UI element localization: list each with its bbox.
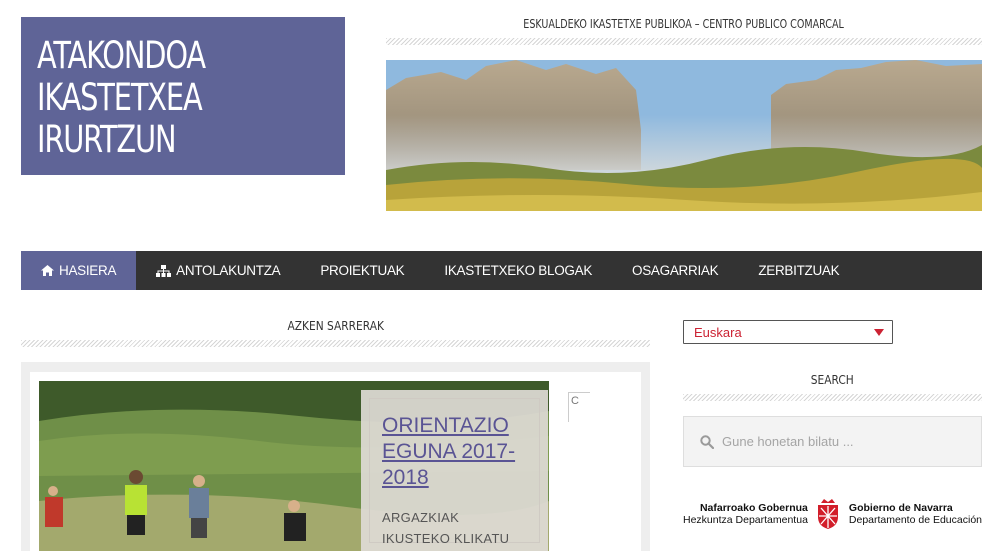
logo-line-2: IKASTETXEA bbox=[37, 76, 203, 119]
language-select[interactable]: Euskara bbox=[683, 320, 893, 344]
nav-item-label: HASIERA bbox=[59, 263, 117, 278]
language-select-value: Euskara bbox=[694, 325, 742, 340]
navarra-coat-of-arms-icon bbox=[818, 499, 839, 529]
nav-item-osagarriak[interactable]: OSAGARRIAK bbox=[612, 251, 738, 290]
recent-posts-divider bbox=[21, 340, 650, 347]
post-card: ORIENTAZIO EGUNA 2017-2018 ARGAZKIAK IKU… bbox=[361, 390, 548, 551]
featured-post: ORIENTAZIO EGUNA 2017-2018 ARGAZKIAK IKU… bbox=[21, 362, 650, 551]
search-input[interactable] bbox=[722, 434, 962, 449]
logo-line-1: ATAKONDOA bbox=[37, 34, 206, 77]
nav-item-label: ZERBITZUAK bbox=[758, 263, 840, 278]
gov-right-line1: Gobierno de Navarra bbox=[848, 502, 953, 514]
site-tagline: ESKUALDEKO IKASTETXE PUBLIKOA – CENTRO P… bbox=[523, 16, 845, 31]
nav-item-hasiera[interactable]: HASIERA bbox=[21, 251, 137, 290]
nav-item-label: IKASTETXEKO BLOGAK bbox=[444, 263, 593, 278]
home-icon bbox=[41, 265, 54, 276]
search-box bbox=[683, 416, 982, 467]
nav-item-ikastetxeko-blogak[interactable]: IKASTETXEKO BLOGAK bbox=[424, 251, 612, 290]
broken-image: C bbox=[568, 392, 590, 422]
post-excerpt: ARGAZKIAK IKUSTEKO KLIKATU bbox=[382, 510, 510, 546]
search-divider bbox=[683, 394, 982, 401]
nav-item-antolakuntza[interactable]: ANTOLAKUNTZA bbox=[136, 251, 300, 290]
post-title-link[interactable]: ORIENTAZIO EGUNA 2017-2018 bbox=[382, 413, 527, 491]
nav-item-proiektuak[interactable]: PROIEKTUAK bbox=[300, 251, 424, 290]
tagline-divider bbox=[386, 38, 982, 45]
recent-posts-title: AZKEN SARRERAK bbox=[287, 318, 384, 333]
gov-right-line2: Departamento de Educación bbox=[848, 514, 982, 526]
search-icon bbox=[700, 434, 714, 449]
site-logo[interactable]: ATAKONDOA IKASTETXEA IRURTZUN bbox=[21, 17, 345, 175]
gov-left-line1: Nafarroako Gobernua bbox=[699, 502, 808, 514]
search-title: SEARCH bbox=[810, 372, 854, 387]
nav-item-label: ANTOLAKUNTZA bbox=[176, 263, 281, 278]
logo-line-3: IRURTZUN bbox=[37, 118, 177, 161]
header-photo bbox=[386, 60, 982, 211]
nav-item-label: PROIEKTUAK bbox=[320, 263, 405, 278]
main-nav: HASIERA ANTOLAKUNTZA PROIEKTUAK IKASTETX… bbox=[21, 251, 982, 290]
navarra-government-logo[interactable]: Nafarroako Gobernua Hezkuntza Departamen… bbox=[683, 494, 982, 534]
sitemap-icon bbox=[156, 264, 172, 277]
featured-post-inner: ORIENTAZIO EGUNA 2017-2018 ARGAZKIAK IKU… bbox=[30, 372, 641, 551]
gov-left-line2: Hezkuntza Departamentua bbox=[683, 514, 808, 526]
nav-item-label: OSAGARRIAK bbox=[632, 263, 719, 278]
nav-item-zerbitzuak[interactable]: ZERBITZUAK bbox=[738, 251, 859, 290]
mountain-landscape-image bbox=[386, 60, 982, 211]
dropdown-arrow-icon bbox=[874, 329, 884, 336]
